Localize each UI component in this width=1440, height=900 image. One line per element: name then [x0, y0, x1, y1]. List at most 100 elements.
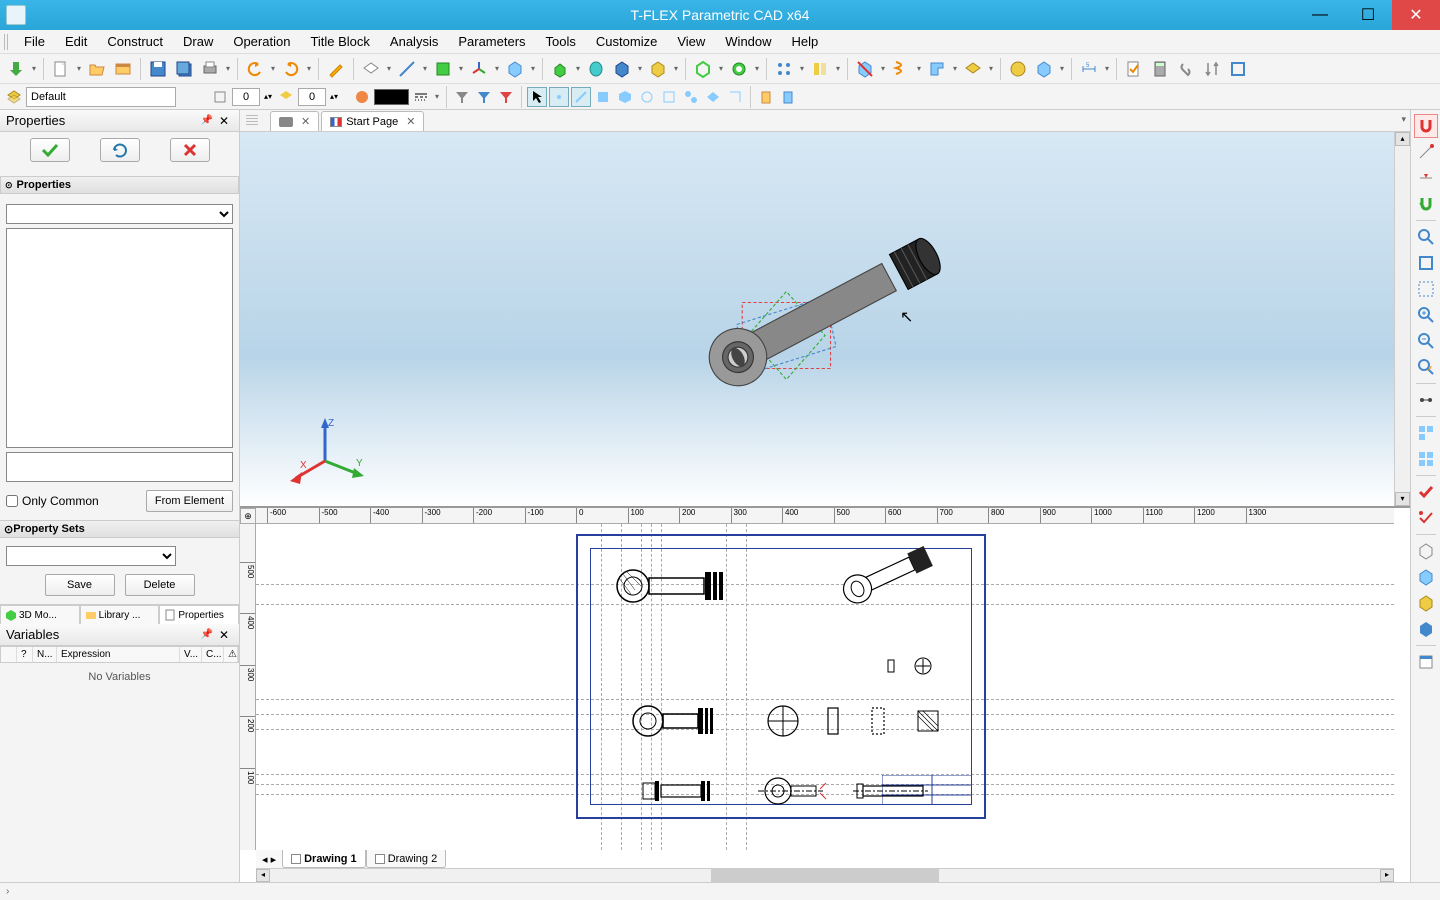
- blend-icon[interactable]: [610, 57, 634, 81]
- measure-icon[interactable]: 5: [1077, 57, 1101, 81]
- dropdown-icon[interactable]: ▾: [529, 57, 537, 81]
- scroll-right-icon[interactable]: ▸: [1380, 869, 1394, 882]
- spinner-icon[interactable]: ▴▾: [328, 87, 340, 107]
- shade-blue-icon[interactable]: [1414, 617, 1438, 641]
- dropdown-icon[interactable]: ▾: [879, 57, 887, 81]
- menu-window[interactable]: Window: [715, 32, 781, 51]
- scroll-down-icon[interactable]: ▾: [1395, 492, 1410, 506]
- dropdown-icon[interactable]: ▾: [224, 57, 232, 81]
- property-type-combo[interactable]: [6, 204, 233, 224]
- 2d-canvas[interactable]: [256, 524, 1394, 850]
- new-document-icon[interactable]: [49, 57, 73, 81]
- dropdown-icon[interactable]: ▾: [951, 57, 959, 81]
- save-icon[interactable]: [146, 57, 170, 81]
- dropdown-icon[interactable]: ▾: [30, 57, 38, 81]
- zoom-extents-icon[interactable]: [1414, 277, 1438, 301]
- panel-close-icon[interactable]: ✕: [215, 628, 233, 642]
- menu-file[interactable]: File: [14, 32, 55, 51]
- redo-icon[interactable]: [279, 57, 303, 81]
- ruler-corner[interactable]: ⊕: [240, 508, 256, 524]
- zoom-out-icon[interactable]: [1414, 329, 1438, 353]
- menu-tools[interactable]: Tools: [536, 32, 586, 51]
- horizontal-ruler[interactable]: -600-500-400-300-200-1000100200300400500…: [256, 508, 1394, 524]
- close-button[interactable]: ✕: [1392, 0, 1440, 30]
- menubar-grip[interactable]: [4, 34, 10, 50]
- sel-body-icon[interactable]: [615, 87, 635, 107]
- page-tabs-nav[interactable]: ◂ ▸: [256, 850, 282, 868]
- dropdown-icon[interactable]: ▾: [305, 57, 313, 81]
- menu-title-block[interactable]: Title Block: [300, 32, 379, 51]
- dropdown-icon[interactable]: ▾: [269, 57, 277, 81]
- property-list[interactable]: [6, 228, 233, 448]
- dropdown-icon[interactable]: ▾: [1058, 57, 1066, 81]
- tabs-overflow-icon[interactable]: ▾: [1401, 114, 1406, 125]
- menu-operation[interactable]: Operation: [223, 32, 300, 51]
- var-col-warn[interactable]: ⚠: [224, 647, 238, 662]
- pan-icon[interactable]: [1414, 388, 1438, 412]
- var-col-flag[interactable]: [1, 647, 17, 662]
- panel-close-icon[interactable]: ✕: [215, 114, 233, 128]
- doc-tab-start[interactable]: Start Page ✕: [321, 111, 424, 131]
- menu-help[interactable]: Help: [782, 32, 829, 51]
- shade-edge-icon[interactable]: [1414, 591, 1438, 615]
- undo-icon[interactable]: [243, 57, 267, 81]
- snap-icon[interactable]: [1414, 114, 1438, 138]
- dropdown-icon[interactable]: ▾: [433, 85, 441, 109]
- tabs-grip[interactable]: [246, 113, 258, 125]
- extrude-icon[interactable]: [548, 57, 572, 81]
- sel-op1-icon[interactable]: [637, 87, 657, 107]
- sheet-metal-icon[interactable]: [925, 57, 949, 81]
- dropdown-icon[interactable]: ▾: [717, 57, 725, 81]
- property-set-combo[interactable]: [6, 546, 176, 566]
- 3d-node-icon[interactable]: [503, 57, 527, 81]
- level1-input[interactable]: [232, 88, 260, 106]
- shade-icon[interactable]: [1414, 565, 1438, 589]
- check-icon[interactable]: [1122, 57, 1146, 81]
- calculator-icon[interactable]: [1148, 57, 1172, 81]
- clipboard-icon[interactable]: [756, 87, 776, 107]
- attachment-icon[interactable]: [1174, 57, 1198, 81]
- sel-op3-icon[interactable]: [681, 87, 701, 107]
- cancel-button[interactable]: [170, 138, 210, 162]
- apply-button[interactable]: [30, 138, 70, 162]
- var-col-value[interactable]: V...: [180, 647, 202, 662]
- dropdown-icon[interactable]: ▾: [493, 57, 501, 81]
- menu-analysis[interactable]: Analysis: [380, 32, 448, 51]
- expand-icon[interactable]: ⊙: [4, 523, 13, 536]
- view-multi-icon[interactable]: [1414, 421, 1438, 445]
- 3d-scrollbar-v[interactable]: ▴ ▾: [1394, 132, 1410, 506]
- snap-end-icon[interactable]: [1414, 140, 1438, 164]
- dropdown-icon[interactable]: ▾: [574, 57, 582, 81]
- tab-properties[interactable]: Properties: [159, 605, 239, 624]
- orientation-triad[interactable]: Z Y X: [290, 416, 370, 486]
- hole-icon[interactable]: [727, 57, 751, 81]
- print-icon[interactable]: [198, 57, 222, 81]
- window2-icon[interactable]: [1414, 650, 1438, 674]
- zoom-window-icon[interactable]: [1414, 225, 1438, 249]
- 2d-scrollbar-h[interactable]: ◂ ▸: [256, 868, 1394, 882]
- sketch-icon[interactable]: [324, 57, 348, 81]
- tab-close-icon[interactable]: ✕: [406, 115, 415, 128]
- property-sets-header[interactable]: ⊙ Property Sets: [0, 520, 239, 538]
- material-icon[interactable]: [1006, 57, 1030, 81]
- cam-icon[interactable]: [1032, 57, 1056, 81]
- dropdown-icon[interactable]: ▾: [753, 57, 761, 81]
- level2-input[interactable]: [298, 88, 326, 106]
- delete-set-button[interactable]: Delete: [125, 574, 195, 596]
- spinner-icon[interactable]: ▴▾: [262, 87, 274, 107]
- var-col-expression[interactable]: Expression: [57, 647, 180, 662]
- pattern-icon[interactable]: [772, 57, 796, 81]
- properties-subheader[interactable]: ⊙ Properties: [0, 176, 239, 194]
- 2d-viewport[interactable]: ⊕ -600-500-400-300-200-10001002003004005…: [240, 508, 1410, 882]
- page-tab-drawing2[interactable]: Drawing 2: [366, 850, 447, 868]
- pin-icon[interactable]: 📌: [198, 115, 214, 126]
- menu-parameters[interactable]: Parameters: [448, 32, 535, 51]
- sel-op5-icon[interactable]: [725, 87, 745, 107]
- workplane-icon[interactable]: [359, 57, 383, 81]
- boolean-icon[interactable]: [646, 57, 670, 81]
- shell-icon[interactable]: [691, 57, 715, 81]
- hide-toolbars-icon[interactable]: [4, 57, 28, 81]
- save-all-icon[interactable]: [172, 57, 196, 81]
- filter3-icon[interactable]: [496, 87, 516, 107]
- material-ball-icon[interactable]: [352, 87, 372, 107]
